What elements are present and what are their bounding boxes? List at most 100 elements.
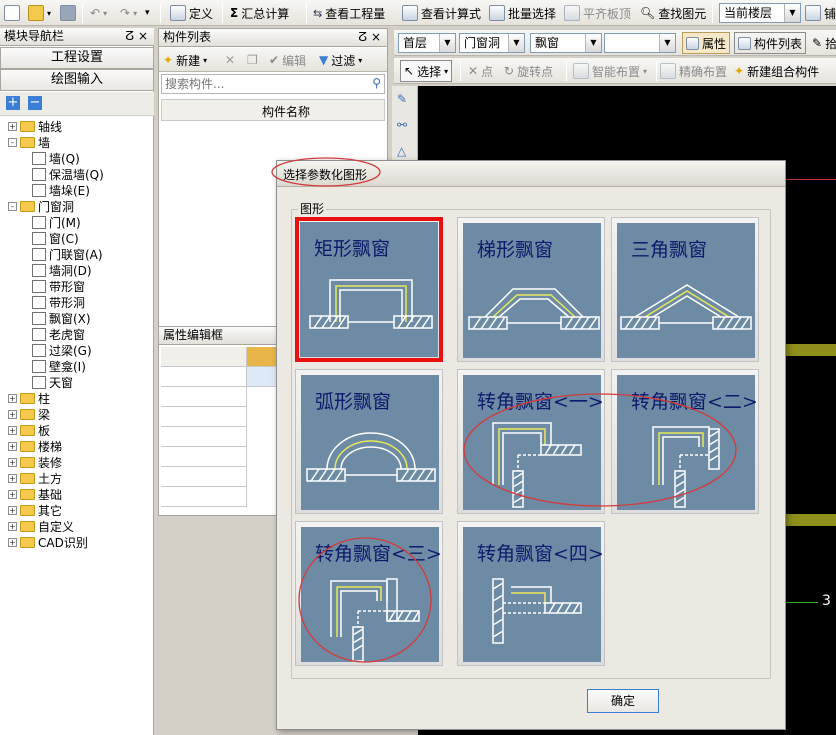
open-folder-icon[interactable]: ▾ xyxy=(28,2,51,24)
tree-leaf-item[interactable]: 带形窗 xyxy=(32,278,85,294)
close-icon[interactable]: × xyxy=(138,28,148,45)
expand-icon[interactable]: + xyxy=(8,393,17,403)
tree-folder-item[interactable]: + 梁 xyxy=(8,406,50,422)
property-grid-row[interactable] xyxy=(161,427,247,447)
property-grid-row[interactable] xyxy=(161,407,247,427)
floor-scope-combo[interactable]: 当前楼层 ▼ xyxy=(719,3,801,23)
component-list-toggle-button[interactable]: 构件列表 xyxy=(734,32,807,54)
shape-corner-bay-window-4[interactable]: 转角飘窗<四> xyxy=(457,521,605,666)
filter-button[interactable]: ▼ 过滤 ▾ xyxy=(319,49,362,71)
expand-all-icon[interactable]: + xyxy=(6,96,20,110)
undo-icon[interactable]: ↶ ▾ xyxy=(90,2,107,24)
select-button[interactable]: ↖ 选择 ▾ xyxy=(400,60,453,82)
view-formula-button[interactable]: 查看计算式 xyxy=(402,2,481,24)
tree-folder-item[interactable]: + 装修 xyxy=(8,454,62,470)
lay-button[interactable]: 铺 xyxy=(805,2,836,24)
element-type-combo[interactable]: 飘窗 ▼ xyxy=(530,33,602,53)
tree-folder-item[interactable]: + CAD识别 xyxy=(8,534,88,550)
expand-icon[interactable]: + xyxy=(8,441,17,451)
redo-icon[interactable]: ↷ ▾ xyxy=(120,2,137,24)
align-top-button[interactable]: 平齐板顶 xyxy=(564,2,631,24)
tree-leaf-item[interactable]: 保温墙(Q) xyxy=(32,166,104,182)
tree-leaf-item[interactable]: 墙垛(E) xyxy=(32,182,90,198)
shape-arc-bay-window[interactable]: 弧形飘窗 xyxy=(295,369,443,514)
property-grid-row[interactable] xyxy=(161,447,247,467)
ruler-icon[interactable]: ⚯ xyxy=(397,118,407,132)
chevron-down-icon[interactable]: ▼ xyxy=(659,34,675,52)
summary-calc-button[interactable]: Σ 汇总计算 xyxy=(230,2,289,24)
tree-leaf-item[interactable]: 门(M) xyxy=(32,214,81,230)
tree-folder-item[interactable]: + 基础 xyxy=(8,486,62,502)
view-quantity-button[interactable]: ⇆ 查看工程量 xyxy=(313,2,385,24)
triangle-icon[interactable]: △ xyxy=(397,144,406,158)
save-icon[interactable] xyxy=(60,2,76,24)
expand-icon[interactable]: + xyxy=(8,457,17,467)
column-name-header[interactable]: 构件名称 xyxy=(262,103,310,120)
collapse-icon[interactable]: - xyxy=(8,201,17,211)
tree-folder-item[interactable]: + 板 xyxy=(8,422,50,438)
tree-leaf-item[interactable]: 门联窗(A) xyxy=(32,246,103,262)
tree-leaf-item[interactable]: 带形洞 xyxy=(32,294,85,310)
project-settings-button[interactable]: 工程设置 xyxy=(0,47,154,69)
more-icon[interactable]: ▾ xyxy=(145,2,150,24)
delete-icon[interactable]: ✕ xyxy=(225,49,235,71)
tree-folder-item[interactable]: + 其它 xyxy=(8,502,62,518)
expand-icon[interactable]: + xyxy=(8,505,17,515)
tree-leaf-item[interactable]: 墙洞(D) xyxy=(32,262,92,278)
expand-icon[interactable]: + xyxy=(8,425,17,435)
new-file-icon[interactable] xyxy=(4,2,20,24)
expand-icon[interactable]: + xyxy=(8,473,17,483)
chevron-down-icon[interactable]: ▼ xyxy=(784,4,800,22)
shape-trapezoid-bay-window[interactable]: 梯形飘窗 xyxy=(457,217,605,362)
expand-icon[interactable]: + xyxy=(8,537,17,547)
expand-icon[interactable]: + xyxy=(8,121,17,131)
tree-leaf-item[interactable]: 老虎窗 xyxy=(32,326,85,342)
tree-leaf-item[interactable]: 窗(C) xyxy=(32,230,79,246)
tree-leaf-item[interactable]: 天窗 xyxy=(32,374,73,390)
rotate-point-button[interactable]: ↻ 旋转点 xyxy=(504,60,553,82)
edit-button[interactable]: ✔ 编辑 xyxy=(269,49,306,71)
property-grid-row[interactable] xyxy=(161,467,247,487)
shape-corner-bay-window-3[interactable]: 转角飘窗<三> xyxy=(295,521,443,666)
property-grid-row[interactable] xyxy=(161,387,247,407)
find-element-button[interactable]: 🔍︎ 查找图元 xyxy=(640,2,706,24)
tree-leaf-item[interactable]: 壁龛(I) xyxy=(32,358,86,374)
floor-combo[interactable]: 首层 ▼ xyxy=(398,33,456,53)
new-component-button[interactable]: ✦ 新建 ▾ xyxy=(163,49,207,71)
pin-icon[interactable]: ⵒ xyxy=(358,29,367,46)
tree-folder-item[interactable]: - 门窗洞 xyxy=(8,198,74,214)
chevron-down-icon[interactable]: ▼ xyxy=(585,34,601,52)
pin-icon[interactable]: ⵒ xyxy=(125,28,134,45)
collapse-icon[interactable]: - xyxy=(8,137,17,147)
property-grid-row[interactable] xyxy=(161,487,247,507)
close-icon[interactable]: × xyxy=(371,29,381,46)
shape-triangle-bay-window[interactable]: 三角飘窗 xyxy=(611,217,759,362)
copy-icon[interactable]: ❐ xyxy=(247,49,258,71)
expand-icon[interactable]: + xyxy=(8,409,17,419)
tree-folder-item[interactable]: + 楼梯 xyxy=(8,438,62,454)
chevron-down-icon[interactable]: ▼ xyxy=(439,34,455,52)
tree-leaf-item[interactable]: 过梁(G) xyxy=(32,342,92,358)
new-combo-button[interactable]: ✦ 新建组合构件 xyxy=(734,60,819,82)
precise-layout-button[interactable]: 精确布置 xyxy=(660,60,727,82)
search-input[interactable] xyxy=(162,75,362,93)
brush-icon[interactable]: ✎ xyxy=(397,92,407,106)
element-name-combo[interactable]: ▼ xyxy=(604,33,676,53)
drawing-input-button[interactable]: 绘图输入 xyxy=(0,69,154,91)
expand-icon[interactable]: + xyxy=(8,489,17,499)
define-button[interactable]: 定义 xyxy=(170,2,213,24)
property-toggle-button[interactable]: 属性 xyxy=(682,32,731,54)
search-icon[interactable]: ⚲ xyxy=(372,76,381,90)
point-button[interactable]: ✕ 点 xyxy=(468,60,493,82)
tree-folder-item[interactable]: + 自定义 xyxy=(8,518,74,534)
tree-folder-item[interactable]: + 轴线 xyxy=(8,118,62,134)
shape-corner-bay-window-2[interactable]: 转角飘窗<二> xyxy=(611,369,759,514)
expand-icon[interactable]: + xyxy=(8,521,17,531)
chevron-down-icon[interactable]: ▼ xyxy=(508,34,524,52)
pick-button[interactable]: ✎ 拾 xyxy=(812,32,836,54)
ok-button[interactable]: 确定 xyxy=(587,689,659,713)
property-grid-row[interactable] xyxy=(161,367,247,387)
collapse-all-icon[interactable]: − xyxy=(28,96,42,110)
category-combo[interactable]: 门窗洞 ▼ xyxy=(459,33,525,53)
tree-folder-item[interactable]: + 土方 xyxy=(8,470,62,486)
